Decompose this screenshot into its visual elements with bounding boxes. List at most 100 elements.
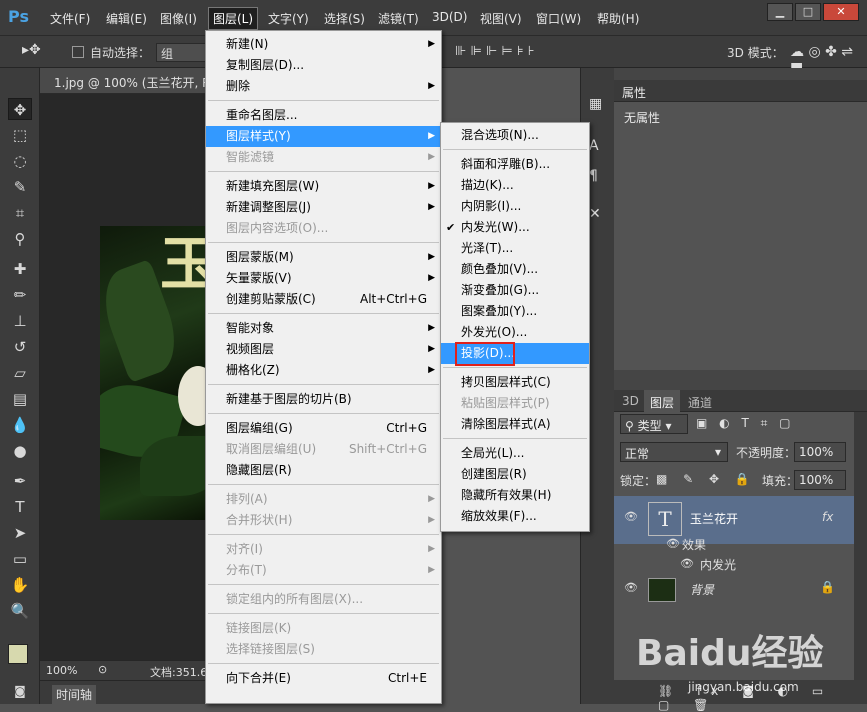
layer_menu-item[interactable]: 图层样式(Y) ▶ [206,126,441,147]
menu-filter[interactable]: 滤镜(T) [378,10,419,27]
menu-window[interactable]: 窗口(W) [536,10,581,27]
tab-3d[interactable]: 3D [622,394,639,408]
zoom-level[interactable]: 100% [46,664,77,677]
style_menu-item[interactable]: 全局光(L)... [441,443,589,464]
menu-help[interactable]: 帮助(H) [597,10,639,27]
effect-item-row[interactable]: 👁 内发光 [614,556,854,574]
layer_menu-item[interactable]: 图层编组(G) Ctrl+G [206,418,441,439]
marquee-tool-icon[interactable]: ⬚ [8,124,32,146]
character-panel-icon[interactable]: A [589,138,599,154]
close-button[interactable]: ✕ [823,3,859,21]
layer_menu-item[interactable]: 新建(N) ▶ [206,34,441,55]
type-tool-icon[interactable]: T [8,496,32,518]
timeline-tab[interactable]: 时间轴 [52,685,97,704]
fx-icon[interactable]: fx [822,510,833,524]
filter-icons[interactable]: ▣ ◐ T ⌗ ▢ [696,416,795,431]
quick-select-icon[interactable]: ✎ [8,176,32,198]
layer-kind-filter[interactable]: ⚲ 类型 ▾ [620,414,688,434]
style_menu-item[interactable]: 创建图层(R) [441,464,589,485]
style_menu-item[interactable]: 斜面和浮雕(B)... [441,154,589,175]
healing-brush-icon[interactable]: ✚ [8,258,32,280]
hand-tool-icon[interactable]: ✋ [8,574,32,596]
path-select-icon[interactable]: ➤ [8,522,32,544]
fill-input[interactable]: 100% [794,470,846,490]
brush-tool-icon[interactable]: ✏ [8,284,32,306]
opacity-input[interactable]: 100% [794,442,846,462]
menu-3d[interactable]: 3D(D) [432,10,467,24]
effects-eye-icon[interactable]: 👁 [666,537,680,550]
eraser-tool-icon[interactable]: ▱ [8,362,32,384]
layer_menu-item[interactable]: 矢量蒙版(V) ▶ [206,268,441,289]
gradient-tool-icon[interactable]: ▤ [8,388,32,410]
layer_menu-item[interactable]: 重命名图层... [206,105,441,126]
visibility-eye-icon[interactable]: 👁 [624,581,638,594]
layer_menu-item[interactable]: 栅格化(Z) ▶ [206,360,441,381]
history-brush-icon[interactable]: ↺ [8,336,32,358]
quick-mask-icon[interactable]: ◙ [8,680,32,702]
lasso-tool-icon[interactable]: ◌ [8,150,32,172]
status-icon[interactable]: ⊙ [98,663,107,676]
tab-layers[interactable]: 图层 [644,390,681,412]
menu-type[interactable]: 文字(Y) [268,10,309,27]
layer-row-background[interactable]: 👁 背景 🔒 [614,574,854,604]
document-tab[interactable]: 1.jpg @ 100% (玉兰花开, RG [40,68,220,94]
style_menu-item[interactable]: 图案叠加(Y)... [441,301,589,322]
layer-name[interactable]: 玉兰花开 [690,510,738,527]
menu-select[interactable]: 选择(S) [324,10,365,27]
clone-stamp-icon[interactable]: ⊥ [8,310,32,332]
menu-file[interactable]: 文件(F) [50,10,90,27]
style_menu-item[interactable]: 拷贝图层样式(C) [441,372,589,393]
tab-channels[interactable]: 通道 [688,394,712,411]
layer_menu-item[interactable]: 删除 ▶ [206,76,441,97]
layer_menu-item[interactable]: 隐藏图层(R) [206,460,441,481]
pen-tool-icon[interactable]: ✒ [8,470,32,492]
move-tool-icon[interactable]: ✥ [8,98,32,120]
history-panel-icon[interactable]: ▦ [589,96,602,112]
style_menu-item[interactable]: 颜色叠加(V)... [441,259,589,280]
menu-layer[interactable]: 图层(L) [208,7,259,30]
visibility-eye-icon[interactable]: 👁 [624,510,638,523]
auto-select-target-dropdown[interactable]: 组 [156,43,206,62]
style_menu-item[interactable]: 清除图层样式(A) [441,414,589,435]
layer-name[interactable]: 背景 [690,581,714,598]
move-tool-icon[interactable]: ▸✥ [22,42,41,58]
effects-row[interactable]: 👁 效果 [614,536,854,554]
layer_menu-item[interactable]: 视频图层 ▶ [206,339,441,360]
layer_menu-item[interactable]: 向下合并(E) Ctrl+E [206,668,441,689]
foreground-color-swatch[interactable] [8,644,28,664]
shape-tool-icon[interactable]: ▭ [8,548,32,570]
style_menu-item[interactable]: 混合选项(N)... [441,125,589,146]
layer_menu-item[interactable]: 智能对象 ▶ [206,318,441,339]
blur-tool-icon[interactable]: 💧 [8,414,32,436]
layer_menu-item[interactable]: 新建填充图层(W) ▶ [206,176,441,197]
eyedropper-icon[interactable]: ⚲ [8,228,32,250]
tools-preset-icon[interactable]: ✕ [589,206,601,222]
layer_menu-item[interactable]: 新建基于图层的切片(B) [206,389,441,410]
align-icons[interactable]: ⊪ ⊫ ⊩ ⊨ ⊧ ⊦ [455,44,535,59]
properties-tab[interactable]: 属性 [622,84,646,101]
crop-tool-icon[interactable]: ⌗ [8,202,32,224]
style_menu-item[interactable]: 渐变叠加(G)... [441,280,589,301]
lock-icons[interactable]: ▩ ✎ ✥ 🔒 [656,472,756,486]
menu-edit[interactable]: 编辑(E) [106,10,147,27]
minimize-button[interactable]: ▁ [767,3,793,21]
layer_menu-item[interactable]: 创建剪贴蒙版(C) Alt+Ctrl+G [206,289,441,310]
auto-select-checkbox[interactable] [72,46,84,58]
zoom-tool-icon[interactable]: 🔍 [8,600,32,622]
style_menu-item[interactable]: 内阴影(I)... [441,196,589,217]
menu-image[interactable]: 图像(I) [160,10,197,27]
style_menu-item[interactable]: 描边(K)... [441,175,589,196]
layer_menu-item[interactable]: 复制图层(D)... [206,55,441,76]
layers-scrollbar[interactable] [854,412,867,680]
layer_menu-item[interactable]: 图层蒙版(M) ▶ [206,247,441,268]
restore-button[interactable]: □ [795,3,821,21]
menu-view[interactable]: 视图(V) [480,10,522,27]
style_menu-item[interactable]: 外发光(O)... [441,322,589,343]
layer_menu-item[interactable]: 新建调整图层(J) ▶ [206,197,441,218]
style_menu-item[interactable]: 光泽(T)... [441,238,589,259]
style_menu-item[interactable]: 缩放效果(F)... [441,506,589,527]
style_menu-item[interactable]: 隐藏所有效果(H) [441,485,589,506]
style_menu-item[interactable]: ✔ 内发光(W)... [441,217,589,238]
blend-mode-dropdown[interactable]: 正常 ▾ [620,442,728,462]
paragraph-panel-icon[interactable]: ¶ [589,168,598,184]
